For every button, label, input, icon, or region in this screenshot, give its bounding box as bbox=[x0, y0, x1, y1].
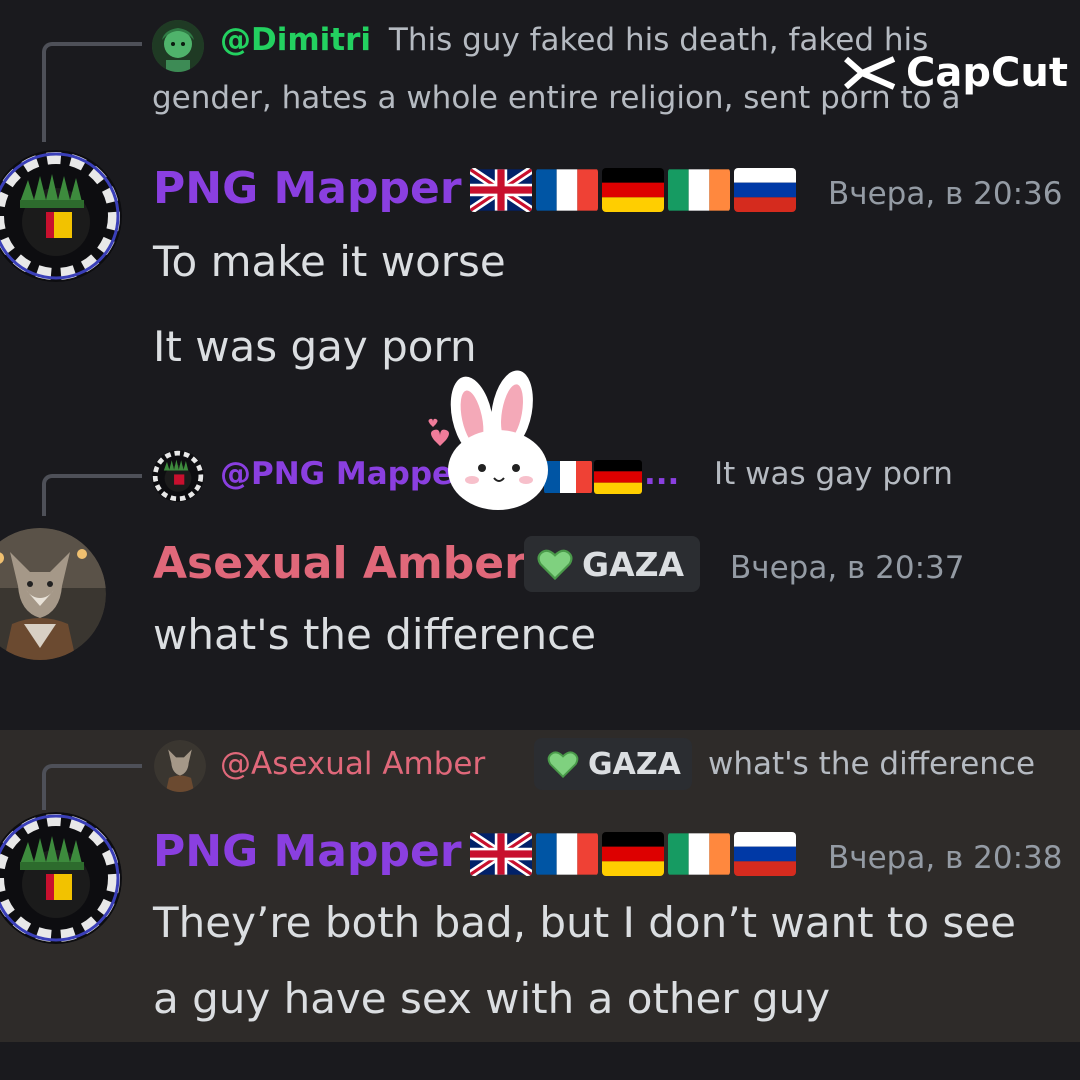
france-flag-icon bbox=[536, 832, 598, 876]
png-mapper-avatar[interactable] bbox=[0, 150, 122, 282]
reply-text: This guy faked his death, faked his bbox=[388, 22, 929, 58]
reply-line-2: gender, hates a whole entire religion, s… bbox=[152, 80, 961, 116]
timestamp[interactable]: Вчера, в 20:36 bbox=[828, 176, 1063, 212]
message-text: They’re both bad, but I don’t want to se… bbox=[153, 898, 1016, 947]
message-text: To make it worse bbox=[153, 237, 506, 286]
mention-dimitri[interactable]: @Dimitri bbox=[220, 22, 371, 58]
germany-flag-icon bbox=[602, 168, 664, 212]
reply-connector bbox=[42, 474, 142, 516]
guild-tag[interactable]: GAZA bbox=[534, 738, 692, 790]
reply-line-1[interactable]: @Dimitri This guy faked his death, faked… bbox=[220, 22, 928, 58]
author-name[interactable]: PNG Mapper bbox=[153, 163, 462, 214]
ireland-flag-icon bbox=[668, 168, 730, 212]
ireland-flag-icon bbox=[668, 832, 730, 876]
timestamp[interactable]: Вчера, в 20:38 bbox=[828, 840, 1063, 876]
reply-mention[interactable]: @Asexual Amber bbox=[220, 746, 485, 782]
mention-asexual-amber[interactable]: @Asexual Amber bbox=[220, 746, 485, 782]
message-text: a guy have sex with a other guy bbox=[153, 974, 831, 1023]
uk-flag-icon bbox=[470, 168, 532, 212]
timestamp[interactable]: Вчера, в 20:37 bbox=[730, 550, 965, 586]
message-text: It was gay porn bbox=[153, 322, 477, 371]
green-heart-icon bbox=[537, 549, 573, 580]
reply-connector bbox=[42, 42, 142, 142]
dimitri-avatar[interactable] bbox=[152, 20, 204, 72]
germany-flag-icon bbox=[594, 460, 642, 494]
message-text: what's the difference bbox=[153, 610, 597, 659]
green-heart-icon bbox=[547, 751, 579, 778]
uk-flag-icon bbox=[470, 832, 532, 876]
png-mapper-avatar-small[interactable] bbox=[152, 450, 204, 502]
reply-ellipsis: ... bbox=[644, 456, 680, 492]
russia-flag-icon bbox=[734, 168, 796, 212]
guild-tag-label: GAZA bbox=[582, 544, 685, 584]
france-flag-icon bbox=[536, 168, 598, 212]
russia-flag-icon bbox=[734, 832, 796, 876]
guild-tag-label: GAZA bbox=[588, 746, 681, 782]
author-name[interactable]: Asexual Amber bbox=[153, 538, 526, 589]
bunny-sticker-icon bbox=[420, 368, 560, 518]
germany-flag-icon bbox=[602, 832, 664, 876]
guild-tag[interactable]: GAZA bbox=[524, 536, 700, 592]
asexual-amber-avatar[interactable] bbox=[0, 528, 106, 660]
author-name[interactable]: PNG Mapper bbox=[153, 826, 462, 877]
reply-text: what's the difference bbox=[708, 746, 1036, 782]
amber-avatar-small[interactable] bbox=[154, 740, 206, 792]
reply-connector bbox=[42, 764, 142, 810]
reply-text: It was gay porn bbox=[714, 456, 953, 492]
